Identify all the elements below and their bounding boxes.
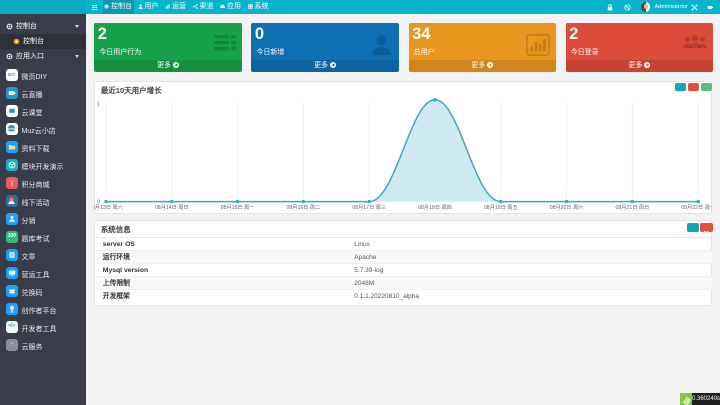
svg-text:08月20日 周六: 08月20日 周六 bbox=[550, 203, 584, 211]
svg-text:08月16日 周二: 08月16日 周二 bbox=[287, 204, 321, 211]
svg-text:08月18日 周四: 08月18日 周四 bbox=[418, 204, 452, 211]
svg-text:08月21日 周日: 08月21日 周日 bbox=[616, 204, 650, 211]
svg-text:08月15日 周一: 08月15日 周一 bbox=[221, 204, 255, 211]
svg-text:08月14日 周日: 08月14日 周日 bbox=[155, 204, 189, 211]
svg-text:08月17日 周三: 08月17日 周三 bbox=[353, 204, 387, 211]
svg-text:08月22日 周一: 08月22日 周一 bbox=[682, 204, 712, 211]
svg-text:1: 1 bbox=[97, 101, 100, 107]
svg-text:08月13日 周六: 08月13日 周六 bbox=[94, 203, 123, 211]
svg-text:08月19日 周五: 08月19日 周五 bbox=[484, 204, 518, 211]
